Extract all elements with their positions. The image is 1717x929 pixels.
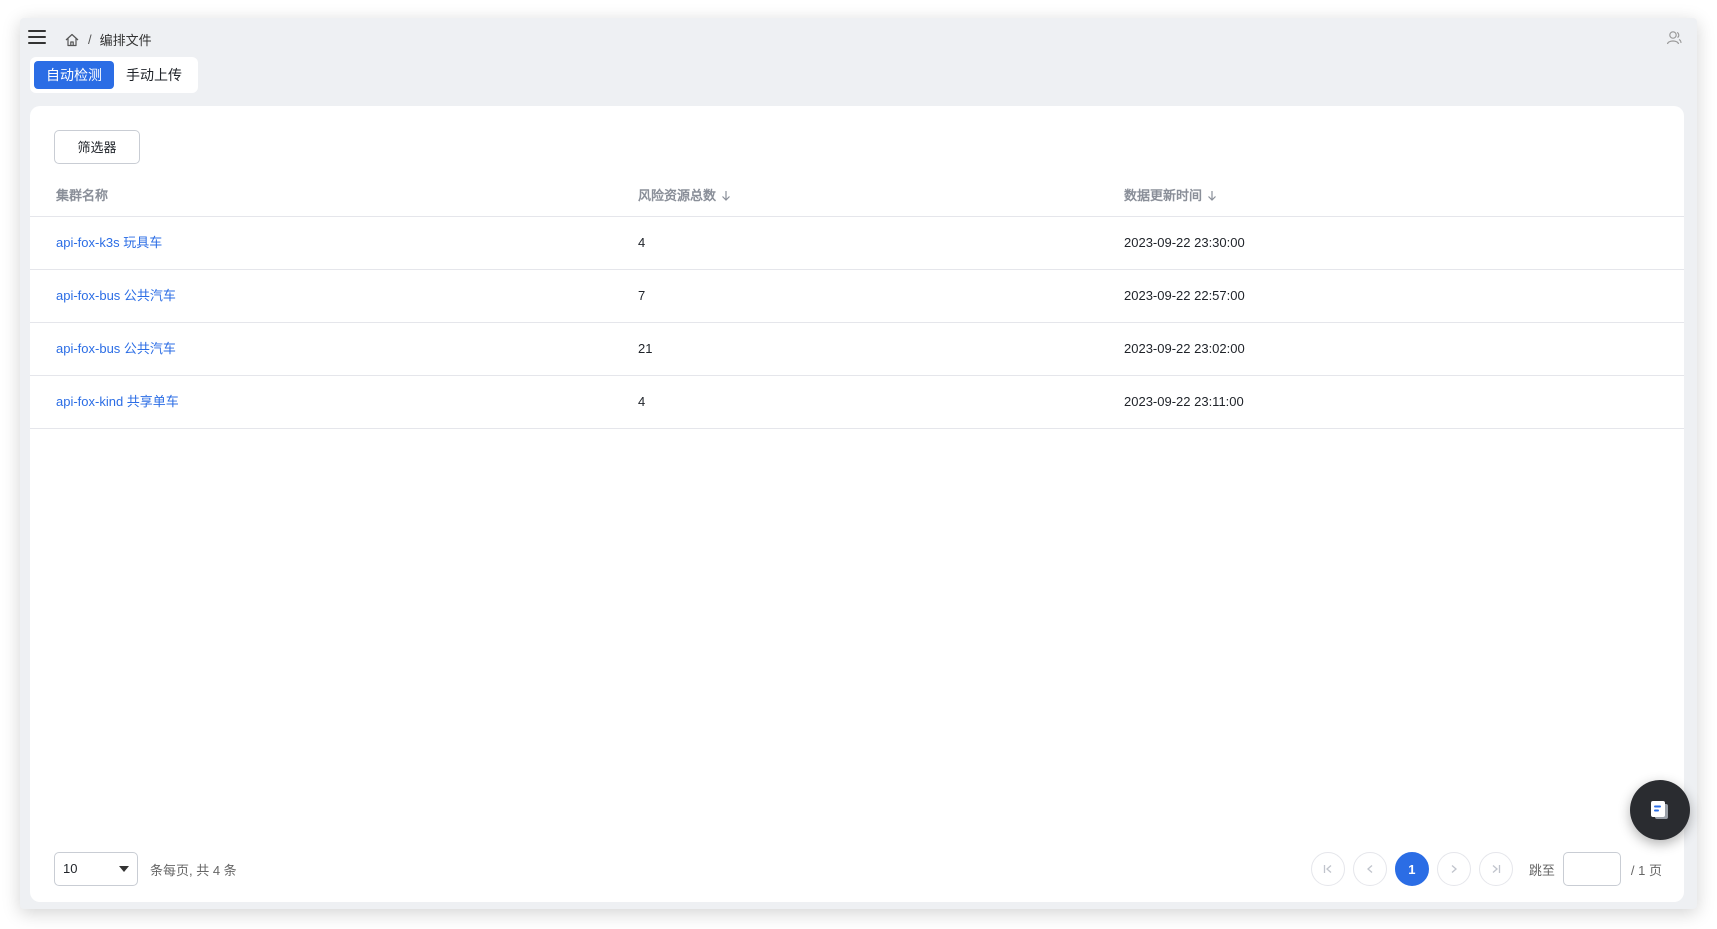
floating-document-button[interactable] [1630, 780, 1690, 840]
table-header: 集群名称 风险资源总数 数据更新时间 [30, 176, 1684, 217]
tab-auto-detect[interactable]: 自动检测 [34, 61, 114, 89]
detection-tabs: 自动检测 手动上传 [30, 57, 198, 93]
risk-count: 21 [638, 341, 653, 356]
breadcrumb: / 编排文件 [64, 30, 152, 49]
document-icon [1651, 801, 1668, 819]
next-page-button[interactable] [1436, 852, 1471, 886]
jump-to-label: 跳至 [1528, 862, 1555, 878]
page-size-select[interactable]: 10 [54, 852, 138, 886]
risk-count: 4 [638, 394, 646, 409]
table-row: api-fox-k3s 玩具车 4 2023-09-22 23:30:00 [30, 217, 1684, 270]
last-page-icon [1492, 865, 1501, 873]
updated-time: 2023-09-22 23:11:00 [1124, 394, 1244, 409]
main-card: 筛选器 集群名称 风险资源总数 数据更新时间 api-fox-k3s 玩具车 4 [30, 106, 1684, 902]
updated-time: 2023-09-22 22:57:00 [1124, 288, 1245, 303]
hamburger-menu-icon[interactable] [28, 30, 46, 46]
sort-down-icon[interactable] [721, 190, 731, 202]
table-row: api-fox-bus 公共汽车 21 2023-09-22 23:02:00 [30, 323, 1684, 376]
breadcrumb-current: 编排文件 [99, 33, 152, 48]
updated-time: 2023-09-22 23:30:00 [1124, 235, 1245, 250]
first-page-icon [1323, 865, 1332, 873]
column-header-risk-count[interactable]: 风险资源总数 [638, 176, 731, 216]
last-page-button[interactable] [1478, 852, 1513, 886]
filter-button[interactable]: 筛选器 [54, 130, 140, 164]
breadcrumb-separator: / [88, 32, 92, 47]
pagination-controls: 1 跳至 / 1 页 [1303, 852, 1662, 886]
page-button-current[interactable]: 1 [1394, 852, 1429, 886]
cluster-name-link[interactable]: api-fox-bus 公共汽车 [56, 270, 176, 322]
page-size-value: 10 [63, 861, 78, 876]
total-pages-text: / 1 页 [1630, 862, 1662, 878]
pagination-size: 10 条每页, 共 4 条 [54, 852, 237, 886]
user-icon[interactable] [1665, 29, 1683, 47]
prev-page-button[interactable] [1352, 852, 1387, 886]
updated-time: 2023-09-22 23:02:00 [1124, 341, 1245, 356]
table-row: api-fox-bus 公共汽车 7 2023-09-22 22:57:00 [30, 270, 1684, 323]
caret-down-icon [119, 866, 129, 872]
cluster-name-link[interactable]: api-fox-bus 公共汽车 [56, 323, 176, 375]
table-row: api-fox-kind 共享单车 4 2023-09-22 23:11:00 [30, 376, 1684, 429]
column-label: 集群名称 [56, 188, 109, 203]
risk-count: 4 [638, 235, 646, 250]
home-icon[interactable] [64, 32, 80, 48]
first-page-button[interactable] [1310, 852, 1345, 886]
total-count-text: 条每页, 共 4 条 [150, 862, 237, 878]
sort-down-icon[interactable] [1207, 190, 1217, 202]
chevron-left-icon [1366, 865, 1373, 873]
column-header-updated-time[interactable]: 数据更新时间 [1124, 176, 1217, 216]
column-label: 数据更新时间 [1124, 188, 1203, 203]
cluster-name-link[interactable]: api-fox-k3s 玩具车 [56, 217, 162, 269]
column-label: 风险资源总数 [638, 188, 717, 203]
chevron-right-icon [1451, 865, 1457, 873]
risk-count: 7 [638, 288, 646, 303]
app-window: / 编排文件 自动检测 手动上传 筛选器 集群名称 风险资源总数 数据更新时间 … [20, 18, 1697, 909]
column-header-cluster-name: 集群名称 [56, 176, 108, 216]
jump-to-input[interactable] [1562, 852, 1621, 886]
tab-manual-upload[interactable]: 手动上传 [114, 61, 194, 89]
top-bar: / 编排文件 [20, 18, 1697, 58]
cluster-name-link[interactable]: api-fox-kind 共享单车 [56, 376, 179, 428]
